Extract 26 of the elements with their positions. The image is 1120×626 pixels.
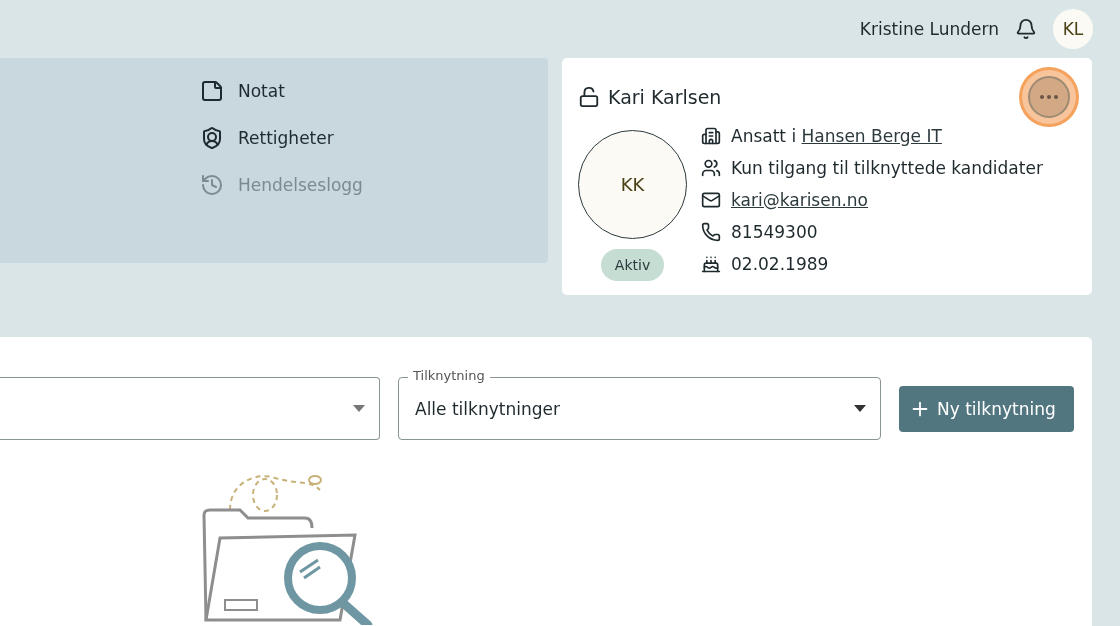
email-link[interactable]: kari@karisen.no xyxy=(731,189,869,210)
detail-text: 02.02.1989 xyxy=(731,253,829,274)
caret-icon xyxy=(854,405,866,412)
field-label: Tilknytning xyxy=(408,368,490,383)
caret-icon xyxy=(353,405,365,412)
status-chip: Aktiv xyxy=(600,249,665,281)
new-button[interactable]: Ny tilknytning xyxy=(899,385,1074,432)
lock-icon xyxy=(578,86,600,108)
detail-text: Kun tilgang til tilknyttede kandidater xyxy=(731,157,1043,178)
detail-text: 81549300 xyxy=(731,221,818,242)
menu-item[interactable]: Rettigheter xyxy=(200,121,548,155)
menu-item[interactable]: Notat xyxy=(200,74,548,108)
profile-avatar: KK xyxy=(578,130,687,239)
shield-icon xyxy=(200,126,224,150)
people-icon xyxy=(701,157,721,178)
profile-name: Kari Karlsen xyxy=(608,86,722,108)
building-icon xyxy=(701,125,721,146)
select-field[interactable] xyxy=(0,377,380,440)
phone-icon xyxy=(701,221,721,242)
employer-text: Ansatt i Hansen Berge IT xyxy=(731,125,942,146)
user-avatar[interactable]: KL xyxy=(1053,9,1093,49)
user-name: Kristine Lundern xyxy=(859,19,999,39)
bell-icon[interactable] xyxy=(1015,18,1037,40)
note-icon xyxy=(200,79,224,103)
history-icon xyxy=(200,173,224,197)
employer-link[interactable]: Hansen Berge IT xyxy=(801,125,942,146)
